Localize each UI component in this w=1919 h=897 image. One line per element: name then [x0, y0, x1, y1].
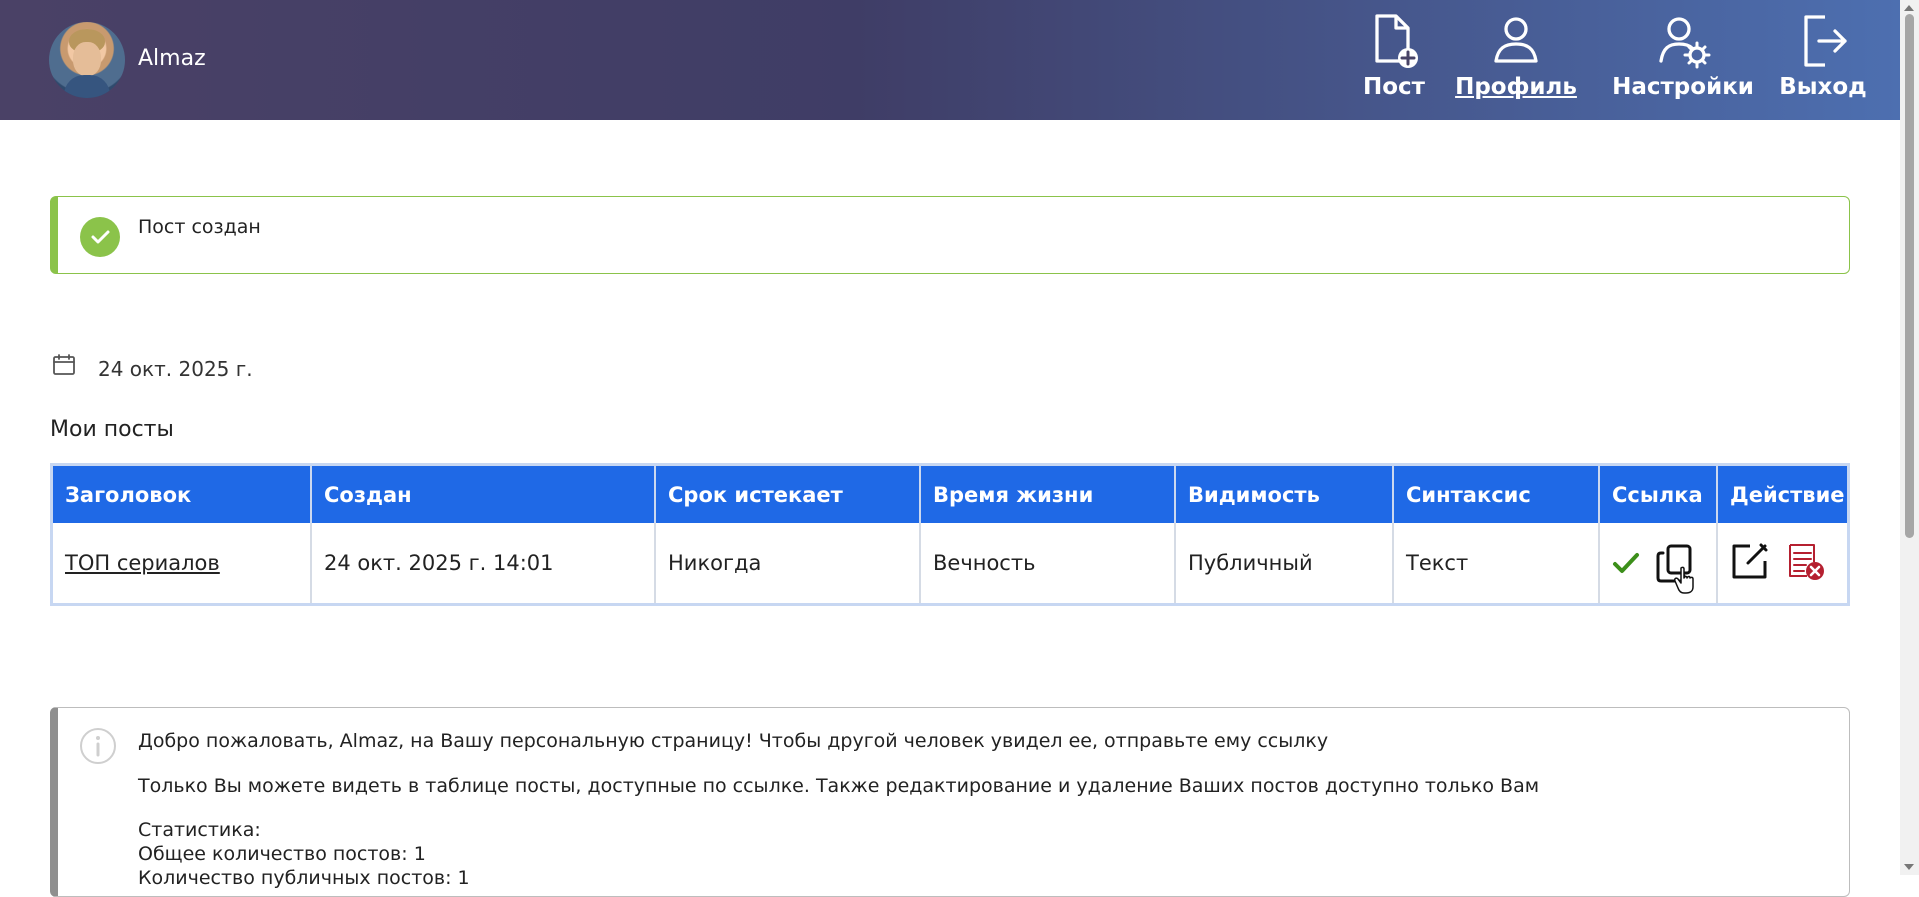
link-actions	[1612, 542, 1704, 594]
copy-link-button[interactable]	[1654, 542, 1696, 594]
nav-profile[interactable]: Профиль	[1452, 12, 1580, 112]
column-header-link: Ссылка	[1599, 466, 1718, 523]
edit-button[interactable]	[1730, 541, 1770, 586]
avatar-face	[73, 42, 101, 76]
stats-total-posts: Общее количество постов: 1	[138, 843, 426, 865]
column-header-expires: Срок истекает	[655, 466, 921, 523]
cell-expires: Никогда	[655, 523, 921, 603]
current-date: 24 окт. 2025 г.	[98, 357, 253, 381]
top-header: Almaz Пост Профиль Настройки Выход	[0, 0, 1900, 120]
scroll-thumb[interactable]	[1905, 14, 1914, 538]
cell-visibility: Публичный	[1175, 523, 1394, 603]
document-plus-icon	[1375, 14, 1418, 68]
posts-table: Заголовок Создан Срок истекает Время жиз…	[50, 463, 1850, 606]
info-panel: Добро пожаловать, Almaz, на Вашу персона…	[50, 707, 1850, 897]
nav-settings[interactable]: Настройки	[1598, 12, 1768, 112]
column-header-lifetime: Время жизни	[920, 466, 1176, 523]
column-header-visibility: Видимость	[1175, 466, 1394, 523]
scroll-down-icon[interactable]	[1904, 864, 1914, 870]
cell-link	[1599, 523, 1718, 603]
vertical-scrollbar[interactable]	[1900, 0, 1919, 875]
welcome-text: Добро пожаловать, Almaz, на Вашу персона…	[138, 730, 1329, 752]
check-circle-icon	[80, 217, 120, 257]
cell-syntax: Текст	[1393, 523, 1600, 603]
column-header-syntax: Синтаксис	[1393, 466, 1600, 523]
table-row: ТОП сериалов 24 окт. 2025 г. 14:01 Никог…	[53, 523, 1847, 603]
privacy-text: Только Вы можете видеть в таблице посты,…	[138, 775, 1540, 797]
cell-created: 24 окт. 2025 г. 14:01	[311, 523, 656, 603]
nav-settings-label: Настройки	[1612, 74, 1754, 100]
success-alert: Пост создан	[50, 196, 1850, 274]
user-icon	[1494, 17, 1538, 63]
delete-document-icon	[1789, 543, 1824, 580]
post-title-link[interactable]: ТОП сериалов	[65, 551, 220, 575]
column-header-title: Заголовок	[53, 466, 312, 523]
user-settings-icon	[1659, 17, 1711, 69]
action-buttons	[1730, 540, 1835, 587]
column-header-created: Создан	[311, 466, 656, 523]
cell-actions	[1717, 523, 1847, 603]
delete-button[interactable]	[1784, 540, 1826, 587]
stats-public-posts: Количество публичных постов: 1	[138, 867, 470, 889]
cell-lifetime: Вечность	[920, 523, 1176, 603]
calendar-icon	[53, 354, 75, 375]
scroll-up-icon[interactable]	[1904, 5, 1914, 11]
nav-post-label: Пост	[1362, 74, 1425, 100]
nav-profile-label: Профиль	[1455, 74, 1577, 100]
table-header-row: Заголовок Создан Срок истекает Время жиз…	[53, 466, 1847, 523]
info-icon	[80, 728, 116, 764]
nav-exit[interactable]: Выход	[1768, 12, 1878, 112]
cell-title: ТОП сериалов	[53, 523, 312, 603]
avatar[interactable]	[49, 22, 125, 98]
nav-exit-label: Выход	[1779, 74, 1867, 100]
page-title: Мои посты	[50, 417, 174, 442]
success-message: Пост создан	[138, 216, 261, 238]
stats-title: Статистика:	[138, 819, 261, 841]
user-name: Almaz	[138, 46, 206, 71]
nav-post[interactable]: Пост	[1352, 12, 1436, 112]
copied-check-icon	[1613, 553, 1639, 573]
hand-cursor-icon	[1674, 566, 1694, 594]
edit-icon	[1732, 543, 1768, 578]
column-header-action: Действие	[1717, 466, 1847, 523]
logout-icon	[1804, 15, 1847, 67]
avatar-shirt	[64, 75, 110, 98]
